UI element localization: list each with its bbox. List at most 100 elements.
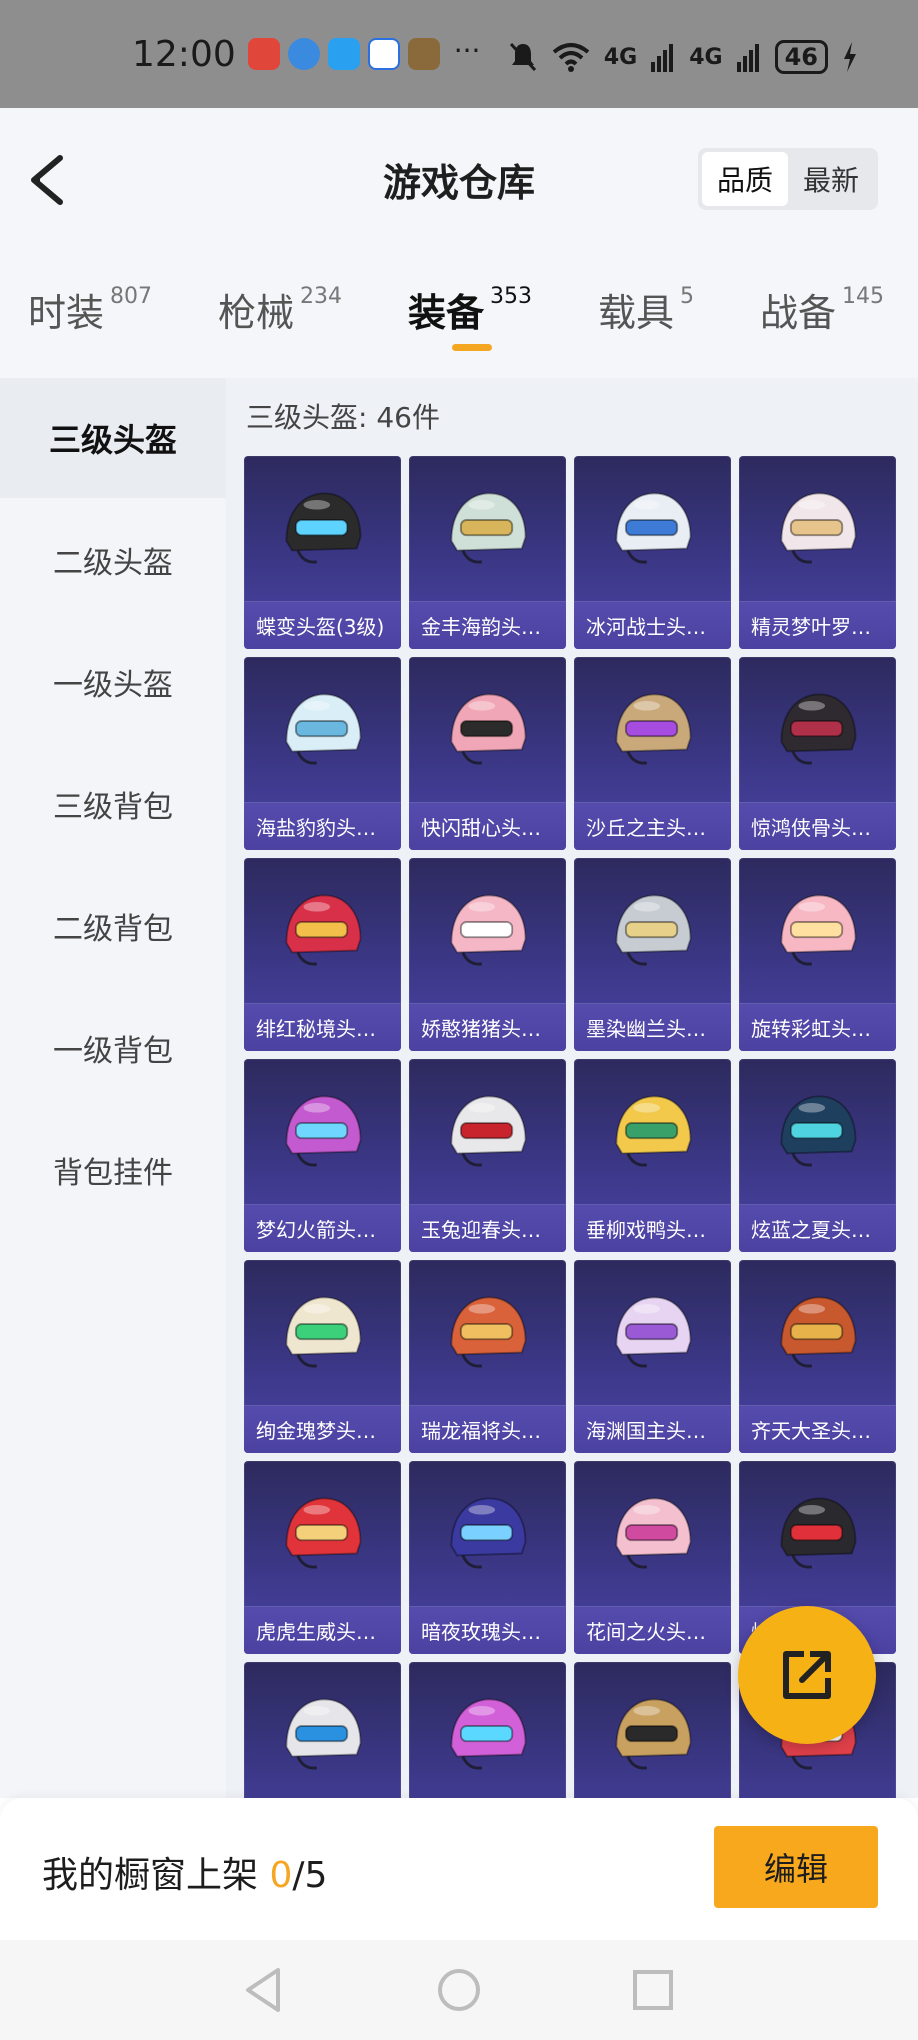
sidebar-item-level3-backpack[interactable]: 三级背包 xyxy=(0,744,226,864)
helmet-image xyxy=(780,894,857,966)
helmet-image xyxy=(450,1497,527,1569)
item-card[interactable]: 玉兔迎春头… xyxy=(409,1059,566,1252)
item-card[interactable]: 垂柳戏鸭头… xyxy=(574,1059,731,1252)
item-content: 三级头盔: 46件 蝶变头盔(3级) 金丰海韵头… 冰河战士头… 精灵梦叶罗… 海盐豹豹… xyxy=(226,378,918,1798)
item-name: 齐天大圣头… xyxy=(751,1419,871,1443)
item-card[interactable]: 旋转彩虹头… xyxy=(739,858,896,1051)
item-name-bar: 墨染幽兰头… xyxy=(574,1003,731,1051)
item-card[interactable]: 海渊国主头… xyxy=(574,1260,731,1453)
helmet-image xyxy=(615,1698,692,1770)
item-card[interactable]: 沙丘之主头… xyxy=(574,657,731,850)
item-card[interactable]: 娇憨猪猪头… xyxy=(409,858,566,1051)
tab-count: 145 xyxy=(842,284,885,309)
showcase-total-count: /5 xyxy=(292,1855,328,1896)
item-name: 垂柳戏鸭头… xyxy=(586,1218,706,1242)
wifi-icon xyxy=(552,43,590,72)
item-card[interactable]: 冰河战士头… xyxy=(574,456,731,649)
sort-by-quality-button[interactable]: 品质 xyxy=(702,152,788,206)
sort-toggle: 品质 最新 xyxy=(698,148,878,210)
sidebar-item-level1-helmet[interactable]: 一级头盔 xyxy=(0,622,226,742)
helmet-image xyxy=(615,1497,692,1569)
helmet-image xyxy=(285,1497,362,1569)
active-tab-indicator xyxy=(452,344,492,351)
helmet-image xyxy=(450,492,527,564)
mute-icon xyxy=(509,42,536,72)
sidebar-item-level2-helmet[interactable]: 二级头盔 xyxy=(0,500,226,620)
edit-button[interactable]: 编辑 xyxy=(714,1826,878,1908)
helmet-image xyxy=(285,1095,362,1167)
item-name: 冰河战士头… xyxy=(586,615,706,639)
item-card[interactable]: 绚金瑰梦头… xyxy=(244,1260,401,1453)
tab-guns[interactable]: 枪械 234 xyxy=(218,282,342,337)
tab-equipment[interactable]: 装备 353 xyxy=(408,282,532,337)
item-name: 绚金瑰梦头… xyxy=(256,1419,376,1443)
item-card[interactable]: 金丰海韵头… xyxy=(409,456,566,649)
helmet-image xyxy=(450,693,527,765)
item-card[interactable] xyxy=(409,1662,566,1798)
system-nav-bar xyxy=(0,1940,918,2040)
helmet-image xyxy=(450,1296,527,1368)
item-name: 快闪甜心头… xyxy=(421,816,541,840)
item-card[interactable]: 精灵梦叶罗… xyxy=(739,456,896,649)
tab-label: 枪械 xyxy=(218,291,295,335)
item-name: 炫蓝之夏头… xyxy=(751,1218,871,1242)
helmet-image xyxy=(780,1296,857,1368)
item-card[interactable]: 花间之火头… xyxy=(574,1461,731,1654)
item-name-bar: 暗夜玫瑰头… xyxy=(409,1606,566,1654)
nav-back-icon[interactable] xyxy=(236,1962,292,2018)
item-card[interactable]: 墨染幽兰头… xyxy=(574,858,731,1051)
sidebar-item-level3-helmet[interactable]: 三级头盔 xyxy=(0,378,226,498)
item-card[interactable]: 虎虎生威头… xyxy=(244,1461,401,1654)
game-app-icon xyxy=(407,38,440,70)
item-card[interactable]: 惊鸿侠骨头… xyxy=(739,657,896,850)
nav-recents-icon[interactable] xyxy=(625,1962,681,2018)
tab-count: 5 xyxy=(680,284,695,309)
share-icon xyxy=(783,1651,831,1699)
showcase-current-count: 0 xyxy=(269,1855,293,1896)
item-name: 惊鸿侠骨头… xyxy=(751,816,871,840)
item-card[interactable]: 瑞龙福将头… xyxy=(409,1260,566,1453)
helmet-image xyxy=(615,492,692,564)
share-button[interactable] xyxy=(738,1606,876,1744)
item-card[interactable] xyxy=(574,1662,731,1798)
helmet-image xyxy=(285,693,362,765)
sort-by-newest-button[interactable]: 最新 xyxy=(788,152,874,206)
item-name: 花间之火头… xyxy=(586,1620,706,1644)
item-name-bar: 沙丘之主头… xyxy=(574,802,731,850)
sidebar-item-level2-backpack[interactable]: 二级背包 xyxy=(0,866,226,986)
helmet-image xyxy=(780,492,857,564)
tab-fashion[interactable]: 时装 807 xyxy=(28,282,152,337)
nav-home-icon[interactable] xyxy=(431,1962,487,2018)
item-card[interactable]: 海盐豹豹头… xyxy=(244,657,401,850)
item-card[interactable]: 炫蓝之夏头… xyxy=(739,1059,896,1252)
tab-vehicles[interactable]: 载具 5 xyxy=(598,282,694,337)
item-card[interactable] xyxy=(244,1662,401,1798)
item-card[interactable]: 齐天大圣头… xyxy=(739,1260,896,1453)
item-name-bar: 娇憨猪猪头… xyxy=(409,1003,566,1051)
helmet-image xyxy=(780,1497,857,1569)
item-card[interactable]: 暗夜玫瑰头… xyxy=(409,1461,566,1654)
showcase-bar: 我的橱窗上架 0/5 编辑 xyxy=(0,1798,918,1940)
tab-label: 时装 xyxy=(28,291,105,335)
helmet-image xyxy=(285,1698,362,1770)
sidebar-item-level1-backpack[interactable]: 一级背包 xyxy=(0,988,226,1108)
tab-count: 353 xyxy=(490,284,533,309)
item-card[interactable]: 梦幻火箭头… xyxy=(244,1059,401,1252)
item-card[interactable]: 绯红秘境头… xyxy=(244,858,401,1051)
item-name: 虎虎生威头… xyxy=(256,1620,376,1644)
tab-battle-gear[interactable]: 战备 145 xyxy=(760,282,884,337)
item-card[interactable]: 快闪甜心头… xyxy=(409,657,566,850)
status-right: 4G 4G 46 xyxy=(508,40,858,74)
item-name-bar: 金丰海韵头… xyxy=(409,601,566,649)
more-notifications-icon: ··· xyxy=(453,33,481,67)
helmet-image xyxy=(615,1296,692,1368)
sidebar-item-backpack-charm[interactable]: 背包挂件 xyxy=(0,1110,226,1230)
helmet-image xyxy=(285,492,362,564)
shield-app-icon xyxy=(367,38,400,70)
item-card[interactable]: 蝶变头盔(3级) xyxy=(244,456,401,649)
item-name-bar: 绚金瑰梦头… xyxy=(244,1405,401,1453)
item-name: 玉兔迎春头… xyxy=(421,1218,541,1242)
item-grid: 蝶变头盔(3级) 金丰海韵头… 冰河战士头… 精灵梦叶罗… 海盐豹豹头… 快闪甜心头… 沙丘… xyxy=(244,456,896,1798)
tab-count: 234 xyxy=(300,284,343,309)
helmet-image xyxy=(615,1095,692,1167)
